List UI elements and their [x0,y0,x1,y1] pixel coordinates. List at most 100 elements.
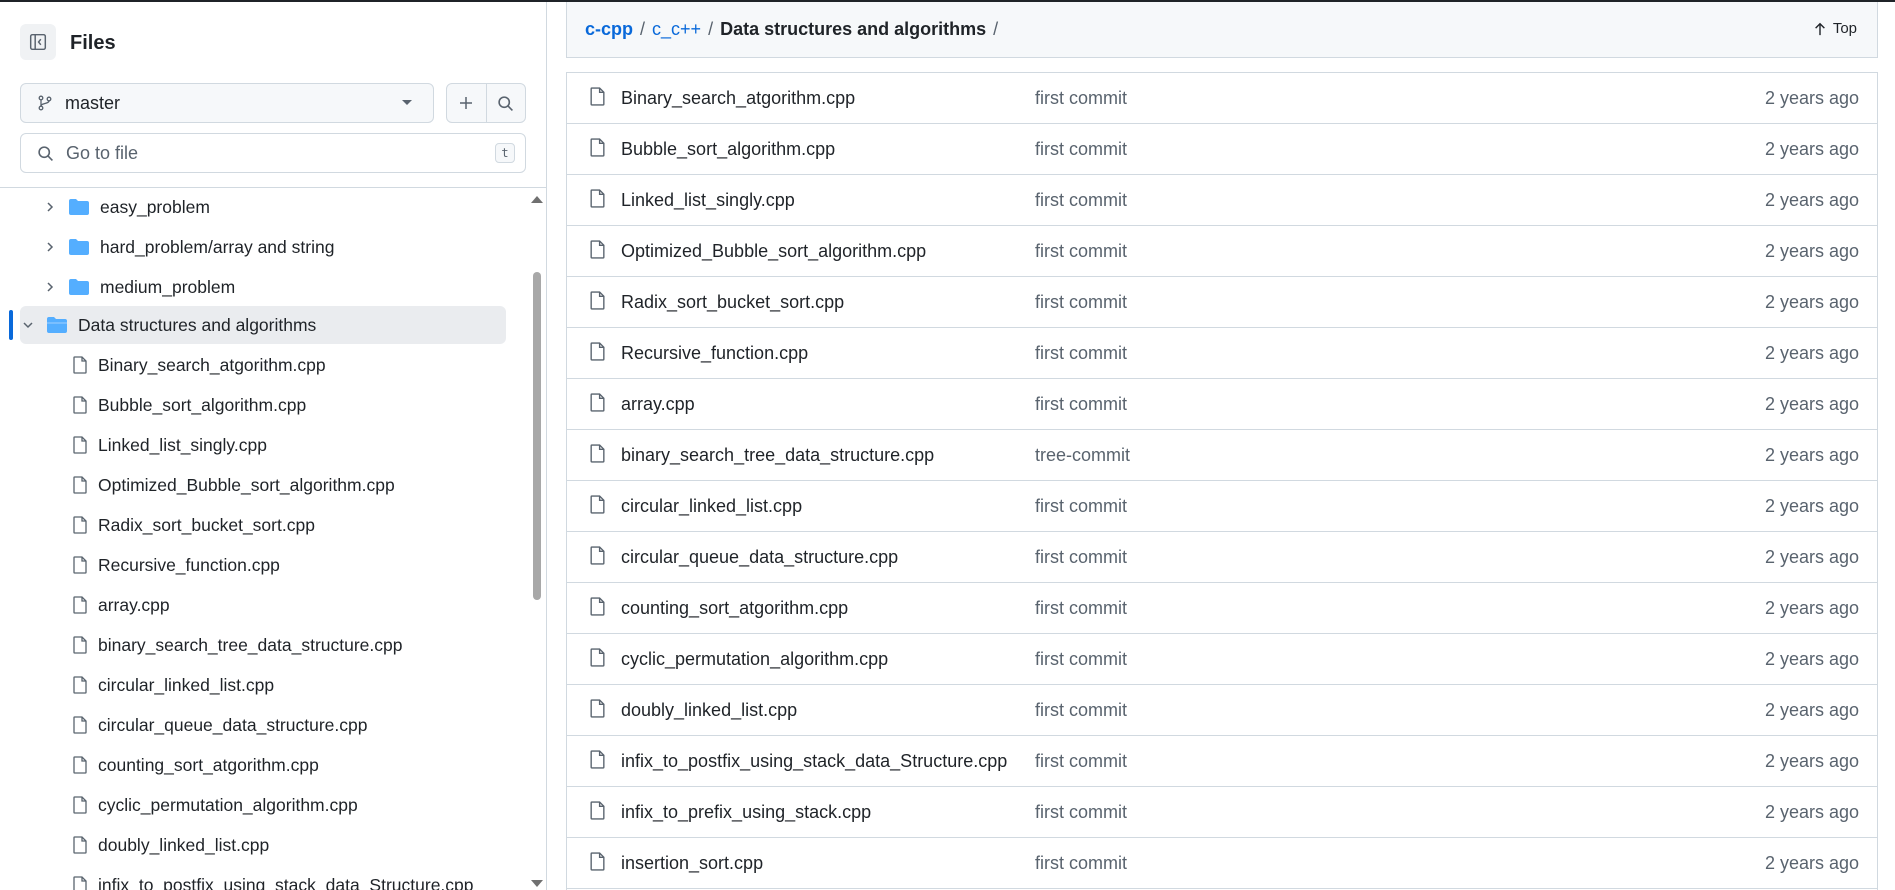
file-name-link[interactable]: circular_queue_data_structure.cpp [621,547,898,568]
table-row[interactable]: circular_queue_data_structure.cpp first … [567,532,1877,583]
file-name-link[interactable]: insertion_sort.cpp [621,853,763,874]
file-name-link[interactable]: Recursive_function.cpp [621,343,808,364]
file-name-link[interactable]: infix_to_prefix_using_stack.cpp [621,802,871,823]
file-name-link[interactable]: array.cpp [621,394,695,415]
tree-file[interactable]: Optimized_Bubble_sort_algorithm.cpp [20,466,506,504]
table-row[interactable]: infix_to_prefix_using_stack.cpp first co… [567,787,1877,838]
file-name-link[interactable]: Optimized_Bubble_sort_algorithm.cpp [621,241,926,262]
commit-message-link[interactable]: first commit [1035,547,1127,568]
commit-message-link[interactable]: first commit [1035,598,1127,619]
table-row[interactable]: Recursive_function.cpp first commit 2 ye… [567,328,1877,379]
file-name-link[interactable]: circular_linked_list.cpp [621,496,802,517]
scroll-to-top-link[interactable]: Top [1813,20,1857,37]
scroll-thumb[interactable] [533,272,541,600]
commit-message-link[interactable]: first commit [1035,88,1127,109]
breadcrumb-separator: / [993,19,999,39]
commit-message-link[interactable]: first commit [1035,292,1127,313]
file-name-link[interactable]: Binary_search_atgorithm.cpp [621,88,855,109]
commit-message-link[interactable]: first commit [1035,343,1127,364]
file-icon [72,676,88,694]
tree-file[interactable]: counting_sort_atgorithm.cpp [20,746,506,784]
table-row[interactable]: Bubble_sort_algorithm.cpp first commit 2… [567,124,1877,175]
commit-message-link[interactable]: first commit [1035,649,1127,670]
file-icon [589,189,606,213]
table-row[interactable]: array.cpp first commit 2 years ago [567,379,1877,430]
tree-file[interactable]: Bubble_sort_algorithm.cpp [20,386,506,424]
file-name-link[interactable]: Linked_list_singly.cpp [621,190,795,211]
tree-folder[interactable]: easy_problem [20,188,506,226]
file-name-link[interactable]: infix_to_postfix_using_stack_data_Struct… [621,751,1007,772]
commit-message-link[interactable]: first commit [1035,190,1127,211]
commit-message-link[interactable]: first commit [1035,496,1127,517]
tree-file[interactable]: Radix_sort_bucket_sort.cpp [20,506,506,544]
file-tree-sidebar: Files master Go to file t easy_problem h… [0,2,547,890]
breadcrumb-repo-link[interactable]: c-cpp [585,19,633,40]
tree-file[interactable]: cyclic_permutation_algorithm.cpp [20,786,506,824]
commit-date: 2 years ago [1764,546,1859,567]
folder-icon [68,278,90,296]
commit-message-link[interactable]: first commit [1035,700,1127,721]
collapse-sidebar-button[interactable] [20,24,56,60]
commit-date: 2 years ago [1764,138,1859,159]
table-row[interactable]: Radix_sort_bucket_sort.cpp first commit … [567,277,1877,328]
folder-open-icon [46,316,68,334]
add-file-button[interactable] [447,84,486,122]
arrow-up-icon [1814,22,1825,35]
commit-message-link[interactable]: first commit [1035,853,1127,874]
go-to-file-input[interactable]: Go to file t [20,133,526,173]
file-name-link[interactable]: doubly_linked_list.cpp [621,700,797,721]
plus-icon [460,97,473,109]
breadcrumb: c-cpp / c_c++ / Data structures and algo… [566,2,1878,58]
search-files-button[interactable] [485,84,525,122]
commit-message-link[interactable]: tree-commit [1035,445,1130,466]
table-row[interactable]: Optimized_Bubble_sort_algorithm.cpp firs… [567,226,1877,277]
file-name-link[interactable]: cyclic_permutation_algorithm.cpp [621,649,888,670]
tree-file[interactable]: Recursive_function.cpp [20,546,506,584]
file-icon [589,597,606,621]
table-row[interactable]: counting_sort_atgorithm.cpp first commit… [567,583,1877,634]
tree-file-label: circular_queue_data_structure.cpp [98,714,368,735]
table-row[interactable]: doubly_linked_list.cpp first commit 2 ye… [567,685,1877,736]
sidebar-title: Files [70,32,116,54]
breadcrumb-dir-link[interactable]: c_c++ [652,19,701,40]
git-branch-icon [38,95,52,111]
file-name-link[interactable]: Radix_sort_bucket_sort.cpp [621,292,844,313]
commit-message-link[interactable]: first commit [1035,394,1127,415]
tree-file[interactable]: Binary_search_atgorithm.cpp [20,346,506,384]
scroll-up-arrow[interactable] [531,196,543,203]
tree-folder-open[interactable]: Data structures and algorithms [20,306,506,344]
commit-date: 2 years ago [1764,444,1859,465]
tree-file[interactable]: infix_to_postfix_using_stack_data_Struct… [20,866,506,890]
commit-message-link[interactable]: first commit [1035,139,1127,160]
branch-selector[interactable]: master [20,83,434,123]
commit-message-link[interactable]: first commit [1035,241,1127,262]
tree-file[interactable]: doubly_linked_list.cpp [20,826,506,864]
commit-message-link[interactable]: first commit [1035,751,1127,772]
sidebar-scrollbar[interactable] [528,188,546,890]
table-row[interactable]: infix_to_postfix_using_stack_data_Struct… [567,736,1877,787]
table-row[interactable]: Linked_list_singly.cpp first commit 2 ye… [567,175,1877,226]
file-name-link[interactable]: counting_sort_atgorithm.cpp [621,598,848,619]
table-row[interactable]: cyclic_permutation_algorithm.cpp first c… [567,634,1877,685]
file-name-link[interactable]: Bubble_sort_algorithm.cpp [621,139,835,160]
tree-folder[interactable]: medium_problem [20,268,506,306]
commit-date: 2 years ago [1764,87,1859,108]
tree-file[interactable]: binary_search_tree_data_structure.cpp [20,626,506,664]
tree-file[interactable]: circular_linked_list.cpp [20,666,506,704]
tree-file[interactable]: circular_queue_data_structure.cpp [20,706,506,744]
tree-file-label: Bubble_sort_algorithm.cpp [98,394,307,415]
sidebar-collapse-icon [29,33,47,51]
tree-file-label: counting_sort_atgorithm.cpp [98,754,319,775]
table-row[interactable]: circular_linked_list.cpp first commit 2 … [567,481,1877,532]
search-icon [498,95,514,111]
tree-folder[interactable]: hard_problem/array and string [20,228,506,266]
tree-file[interactable]: array.cpp [20,586,506,624]
tree-file[interactable]: Linked_list_singly.cpp [20,426,506,464]
commit-message-link[interactable]: first commit [1035,802,1127,823]
table-row[interactable]: Binary_search_atgorithm.cpp first commit… [567,73,1877,124]
file-name-link[interactable]: binary_search_tree_data_structure.cpp [621,445,934,466]
table-row[interactable]: insertion_sort.cpp first commit 2 years … [567,838,1877,889]
file-icon [589,852,606,876]
table-row[interactable]: binary_search_tree_data_structure.cpp tr… [567,430,1877,481]
scroll-down-arrow[interactable] [531,880,543,887]
